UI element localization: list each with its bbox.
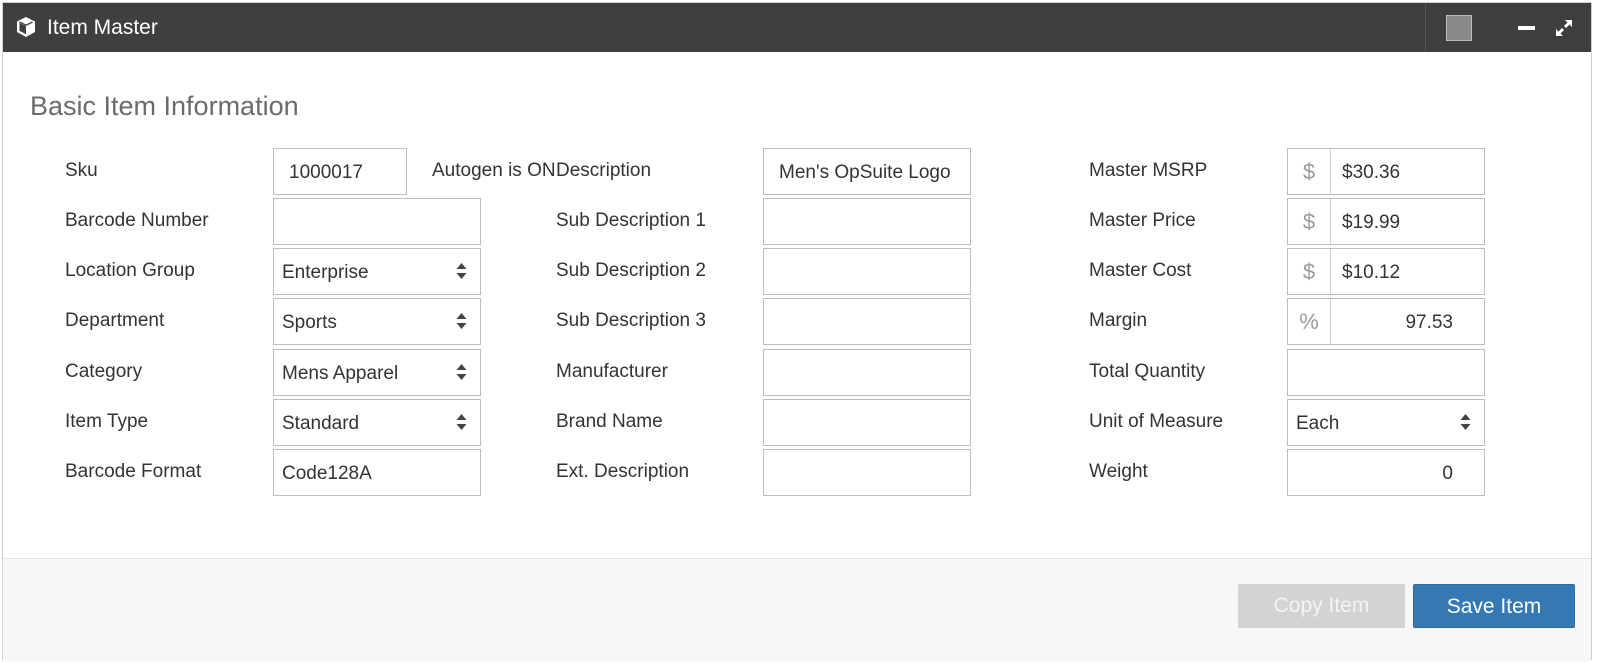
master-cost-label: Master Cost bbox=[1089, 260, 1192, 281]
master-msrp-field[interactable]: $ $30.36 bbox=[1287, 148, 1485, 195]
department-select[interactable]: Sports bbox=[273, 298, 481, 345]
dollar-icon: $ bbox=[1288, 249, 1331, 294]
manufacturer-label: Manufacturer bbox=[556, 361, 668, 382]
color-swatch-button[interactable] bbox=[1435, 3, 1479, 52]
cube-icon bbox=[15, 16, 37, 38]
select-arrows-icon bbox=[456, 414, 467, 430]
master-cost-value: $10.12 bbox=[1342, 262, 1401, 283]
unit-of-measure-label: Unit of Measure bbox=[1089, 411, 1224, 432]
section-title: Basic Item Information bbox=[30, 91, 299, 121]
master-price-field[interactable]: $ $19.99 bbox=[1287, 198, 1485, 245]
item-master-window: Item Master Basic Item Information Sku 1… bbox=[2, 2, 1592, 661]
select-arrows-icon bbox=[456, 263, 467, 279]
department-label: Department bbox=[65, 310, 165, 331]
location-group-value: Enterprise bbox=[282, 262, 369, 283]
brand-name-label: Brand Name bbox=[556, 411, 663, 432]
barcode-number-field[interactable] bbox=[273, 198, 481, 245]
unit-of-measure-select[interactable]: Each bbox=[1287, 399, 1485, 446]
save-item-button[interactable]: Save Item bbox=[1413, 584, 1575, 628]
maximize-button[interactable] bbox=[1547, 3, 1591, 52]
expand-icon bbox=[1556, 20, 1572, 36]
master-cost-field[interactable]: $ $10.12 bbox=[1287, 248, 1485, 295]
sku-label: Sku bbox=[65, 160, 98, 181]
unit-of-measure-value: Each bbox=[1296, 413, 1340, 434]
weight-field[interactable]: 0 bbox=[1287, 449, 1485, 496]
master-price-value: $19.99 bbox=[1342, 212, 1401, 233]
sub-description-2-field[interactable] bbox=[763, 248, 971, 295]
brand-name-field[interactable] bbox=[763, 399, 971, 446]
sub-description-1-field[interactable] bbox=[763, 198, 971, 245]
barcode-number-label: Barcode Number bbox=[65, 210, 209, 231]
margin-label: Margin bbox=[1089, 310, 1148, 331]
item-type-select[interactable]: Standard bbox=[273, 399, 481, 446]
barcode-format-value: Code128A bbox=[282, 463, 372, 484]
ext-description-field[interactable] bbox=[763, 449, 971, 496]
category-value: Mens Apparel bbox=[282, 363, 399, 384]
copy-item-button[interactable]: Copy Item bbox=[1238, 584, 1405, 628]
sub-description-3-label: Sub Description 3 bbox=[556, 310, 706, 331]
description-label: Description bbox=[556, 160, 652, 181]
percent-icon: % bbox=[1288, 299, 1331, 344]
ext-description-label: Ext. Description bbox=[556, 461, 690, 482]
sku-value: 1000017 bbox=[289, 162, 363, 183]
master-msrp-value: $30.36 bbox=[1342, 162, 1401, 183]
description-field[interactable]: Men's OpSuite Logo bbox=[763, 148, 971, 195]
margin-field[interactable]: % 97.53 bbox=[1287, 298, 1485, 345]
weight-value: 0 bbox=[1442, 463, 1453, 484]
barcode-format-label: Barcode Format bbox=[65, 461, 202, 482]
total-quantity-field[interactable] bbox=[1287, 349, 1485, 396]
location-group-select[interactable]: Enterprise bbox=[273, 248, 481, 295]
master-msrp-label: Master MSRP bbox=[1089, 160, 1208, 181]
autogen-status: Autogen is ON bbox=[432, 160, 556, 181]
select-arrows-icon bbox=[1460, 414, 1471, 430]
dollar-icon: $ bbox=[1288, 149, 1331, 194]
dollar-icon: $ bbox=[1288, 199, 1331, 244]
item-type-label: Item Type bbox=[65, 411, 149, 432]
color-swatch-icon bbox=[1446, 15, 1472, 41]
category-select[interactable]: Mens Apparel bbox=[273, 349, 481, 396]
select-arrows-icon bbox=[456, 364, 467, 380]
description-value: Men's OpSuite Logo bbox=[779, 162, 951, 183]
total-quantity-label: Total Quantity bbox=[1089, 361, 1206, 382]
footer-bar: Copy Item Save Item bbox=[3, 558, 1591, 661]
title-bar: Item Master bbox=[3, 3, 1591, 52]
item-type-value: Standard bbox=[282, 413, 360, 434]
sku-field[interactable]: 1000017 bbox=[273, 148, 407, 195]
titlebar-divider bbox=[1425, 3, 1426, 52]
location-group-label: Location Group bbox=[65, 260, 195, 281]
barcode-format-field[interactable]: Code128A bbox=[273, 449, 481, 496]
minimize-icon bbox=[1518, 26, 1535, 30]
sub-description-1-label: Sub Description 1 bbox=[556, 210, 706, 231]
manufacturer-field[interactable] bbox=[763, 349, 971, 396]
sub-description-2-label: Sub Description 2 bbox=[556, 260, 706, 281]
category-label: Category bbox=[65, 361, 143, 382]
sub-description-3-field[interactable] bbox=[763, 298, 971, 345]
select-arrows-icon bbox=[456, 313, 467, 329]
window-title: Item Master bbox=[47, 16, 158, 39]
margin-value: 97.53 bbox=[1405, 312, 1453, 333]
department-value: Sports bbox=[282, 312, 337, 333]
weight-label: Weight bbox=[1089, 461, 1148, 482]
master-price-label: Master Price bbox=[1089, 210, 1196, 231]
